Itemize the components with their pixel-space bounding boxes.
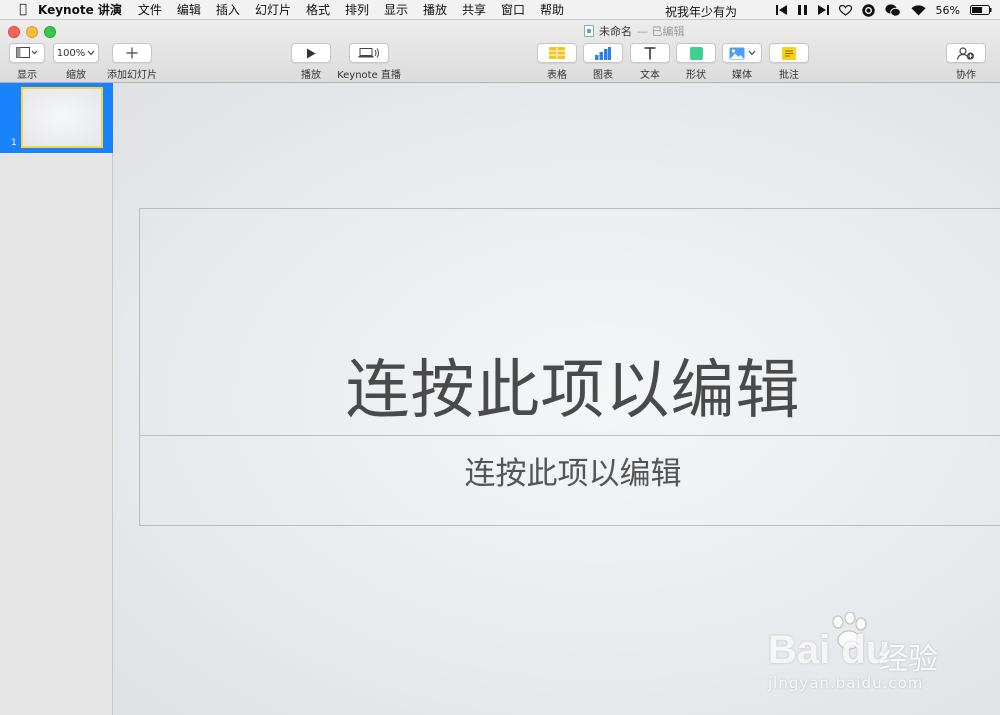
menu-arrange[interactable]: 排列 bbox=[345, 1, 369, 18]
collaborate-button[interactable] bbox=[946, 43, 986, 63]
shape-label: 形状 bbox=[686, 70, 706, 81]
menu-play[interactable]: 播放 bbox=[423, 1, 447, 18]
menu-insert[interactable]: 插入 bbox=[216, 1, 240, 18]
play-icon bbox=[307, 48, 316, 58]
wifi-icon[interactable] bbox=[911, 4, 926, 16]
next-track-icon[interactable] bbox=[817, 5, 829, 15]
slide-number: 1 bbox=[11, 138, 17, 148]
table-label: 表格 bbox=[547, 70, 567, 81]
menu-help[interactable]: 帮助 bbox=[540, 1, 564, 18]
slide-title[interactable]: 连按此项以编辑 bbox=[140, 339, 1000, 431]
comment-button[interactable] bbox=[769, 43, 809, 63]
media-button[interactable] bbox=[722, 43, 762, 63]
keynote-live-label: Keynote 直播 bbox=[337, 70, 401, 81]
status-area: 56% bbox=[775, 0, 992, 20]
fullscreen-window-button[interactable] bbox=[44, 26, 56, 38]
add-slide-button[interactable] bbox=[112, 43, 152, 63]
baidu-watermark: Bai du 经验 jingyan.baidu.com bbox=[768, 612, 988, 702]
chevron-down-icon bbox=[87, 50, 95, 56]
sidebar-layout-icon bbox=[16, 47, 38, 58]
shape-button[interactable] bbox=[676, 43, 716, 63]
document-name: 未命名 bbox=[599, 25, 632, 38]
battery-icon[interactable] bbox=[970, 5, 992, 15]
subtitle-placeholder[interactable]: 连按此项以编辑 bbox=[139, 435, 1000, 526]
image-icon bbox=[729, 47, 744, 59]
document-title[interactable]: 未命名 — 已编辑 bbox=[584, 23, 685, 39]
zoom-value: 100% bbox=[56, 47, 86, 59]
keynote-live-button[interactable] bbox=[349, 43, 389, 63]
wechat-icon[interactable] bbox=[884, 3, 901, 17]
collaborate-label: 协作 bbox=[956, 70, 976, 81]
battery-percent: 56% bbox=[935, 3, 960, 17]
table-icon bbox=[549, 47, 565, 59]
table-button[interactable] bbox=[537, 43, 577, 63]
chart-label: 图表 bbox=[593, 70, 613, 81]
close-window-button[interactable] bbox=[8, 26, 20, 38]
pause-icon[interactable] bbox=[797, 5, 807, 15]
title-placeholder[interactable]: 连按此项以编辑 bbox=[139, 208, 1000, 435]
menu-file[interactable]: 文件 bbox=[138, 1, 162, 18]
slide-thumbnail-row[interactable]: 1 bbox=[0, 83, 113, 153]
slide-navigator: 1 bbox=[0, 83, 113, 715]
zoom-label: 缩放 bbox=[66, 70, 86, 81]
netease-music-icon[interactable] bbox=[861, 3, 875, 17]
heart-icon[interactable] bbox=[838, 4, 852, 16]
text-icon bbox=[644, 46, 656, 59]
watermark-brand-cn: 经验 bbox=[878, 642, 938, 677]
menu-window[interactable]: 窗口 bbox=[501, 1, 525, 18]
watermark-url: jingyan.baidu.com bbox=[768, 674, 924, 692]
menu-edit[interactable]: 编辑 bbox=[177, 1, 201, 18]
chart-button[interactable] bbox=[583, 43, 623, 63]
add-slide-label: 添加幻灯片 bbox=[107, 70, 157, 81]
minimize-window-button[interactable] bbox=[26, 26, 38, 38]
menu-share[interactable]: 共享 bbox=[462, 1, 486, 18]
comment-label: 批注 bbox=[779, 70, 799, 81]
comment-icon bbox=[782, 46, 796, 60]
play-button[interactable] bbox=[291, 43, 331, 63]
zoom-select[interactable]: 100% bbox=[53, 43, 99, 63]
slide-thumbnail[interactable] bbox=[21, 87, 103, 148]
slide-subtitle[interactable]: 连按此项以编辑 bbox=[140, 448, 1000, 493]
apple-menu-icon[interactable]:  bbox=[8, 2, 38, 17]
chevron-down-icon bbox=[748, 50, 755, 56]
text-button[interactable] bbox=[630, 43, 670, 63]
add-person-icon bbox=[957, 46, 974, 60]
chart-icon bbox=[595, 46, 611, 60]
plus-icon bbox=[126, 47, 138, 59]
now-playing-text[interactable]: 祝我年少有为 bbox=[665, 3, 737, 20]
shape-icon bbox=[689, 46, 703, 60]
menu-slide[interactable]: 幻灯片 bbox=[255, 1, 291, 18]
text-label: 文本 bbox=[640, 70, 660, 81]
view-label: 显示 bbox=[17, 70, 37, 81]
keynote-live-icon bbox=[358, 48, 379, 58]
keynote-document-icon bbox=[584, 25, 594, 37]
document-status: — 已编辑 bbox=[637, 25, 685, 38]
play-label: 播放 bbox=[301, 70, 321, 81]
menu-bar:  Keynote 讲演 文件 编辑 插入 幻灯片 格式 排列 显示 播放 共享… bbox=[0, 0, 1000, 20]
media-label: 媒体 bbox=[732, 70, 752, 81]
watermark-brand: Bai du bbox=[768, 628, 891, 672]
window-toolbar: 未命名 — 已编辑 显示 100% 缩放 添加幻灯片 播放 Keynote 直播… bbox=[0, 20, 1000, 83]
previous-track-icon[interactable] bbox=[775, 5, 788, 15]
app-menu[interactable]: Keynote 讲演 bbox=[38, 1, 122, 18]
menu-view[interactable]: 显示 bbox=[384, 1, 408, 18]
menu-format[interactable]: 格式 bbox=[306, 1, 330, 18]
view-button[interactable] bbox=[9, 43, 45, 63]
